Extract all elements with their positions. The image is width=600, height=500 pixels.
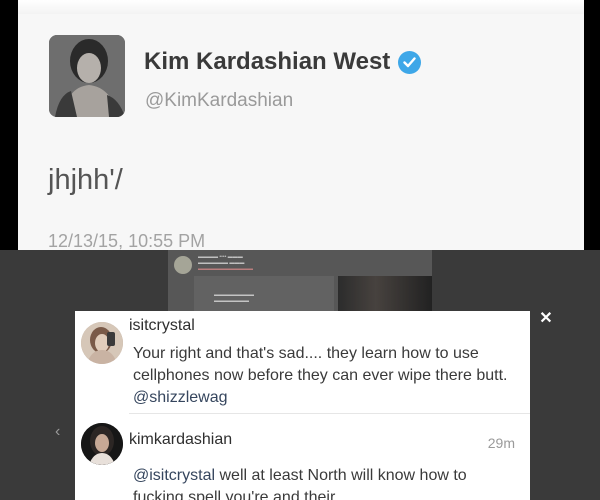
comment-mention[interactable]: @isitcrystal xyxy=(133,467,215,484)
comment-timestamp: 29m xyxy=(487,435,515,451)
author-avatar[interactable] xyxy=(49,35,125,117)
comment-text: @isitcrystal well at least North will kn… xyxy=(133,465,513,500)
close-icon[interactable]: ✕ xyxy=(538,311,554,327)
author-name[interactable]: Kim Kardashian West xyxy=(144,48,390,76)
background-post-thumbnail: ▬▬▬▬ •••• ▬▬▬ ▬▬▬▬▬▬ ▬▬▬ ▬▬▬▬▬▬▬▬▬▬▬ ▬▬▬… xyxy=(168,250,432,312)
background-post-text: ▬▬▬▬ •••• ▬▬▬ ▬▬▬▬▬▬ ▬▬▬ ▬▬▬▬▬▬▬▬▬▬▬ xyxy=(198,254,253,272)
author-name-row[interactable]: Kim Kardashian West xyxy=(144,48,422,76)
comment-divider xyxy=(129,413,530,414)
chevron-left-icon[interactable]: ‹ xyxy=(55,424,71,440)
commenter-avatar[interactable] xyxy=(81,322,123,364)
tweet-text: jhjhh'/ xyxy=(48,164,123,196)
background-avatar xyxy=(174,256,192,274)
comments-panel: isitcrystal Your right and that's sad...… xyxy=(75,311,530,500)
checkmark-icon xyxy=(403,56,416,67)
tweet-screenshot: Kim Kardashian West @KimKardashian jhjhh… xyxy=(0,0,600,252)
background-inner-card: ▬▬▬▬▬▬▬▬ ▬▬▬▬▬▬▬ xyxy=(194,276,334,312)
comment-text: Your right and that's sad.... they learn… xyxy=(133,343,513,409)
verified-badge-icon xyxy=(398,50,422,74)
author-handle[interactable]: @KimKardashian xyxy=(145,90,293,112)
comment-username[interactable]: isitcrystal xyxy=(129,317,195,335)
tweet-card-top-edge xyxy=(18,0,584,14)
tweet-timestamp[interactable]: 12/13/15, 10:55 PM xyxy=(48,231,205,252)
commenter-avatar[interactable] xyxy=(81,423,123,465)
comment-mention[interactable]: @shizzlewag xyxy=(133,389,228,406)
comment-username[interactable]: kimkardashian xyxy=(129,431,232,449)
tweet-card: Kim Kardashian West @KimKardashian jhjhh… xyxy=(18,0,584,252)
commenter-avatar-image xyxy=(81,423,123,465)
author-avatar-image xyxy=(49,35,125,117)
comment-viewer-overlay: ▬▬▬▬ •••• ▬▬▬ ▬▬▬▬▬▬ ▬▬▬ ▬▬▬▬▬▬▬▬▬▬▬ ▬▬▬… xyxy=(0,250,600,500)
comment-body: Your right and that's sad.... they learn… xyxy=(133,345,508,384)
background-photo xyxy=(338,276,432,312)
commenter-avatar-image xyxy=(81,322,123,364)
